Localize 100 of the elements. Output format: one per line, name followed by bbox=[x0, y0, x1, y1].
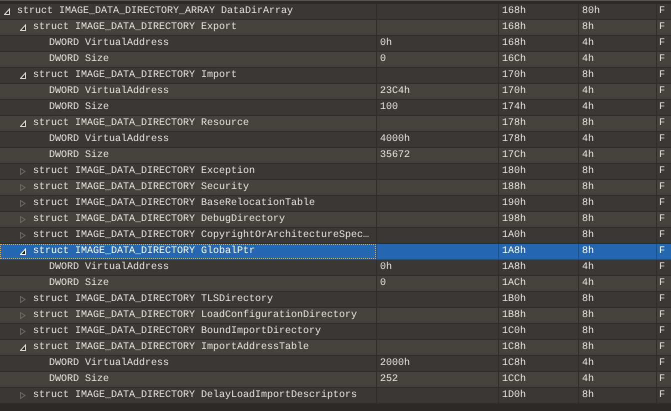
field-name: struct IMAGE_DATA_DIRECTORY Resource bbox=[33, 117, 250, 131]
field-start: 1C0h bbox=[502, 326, 526, 337]
expanded-triangle-icon[interactable] bbox=[4, 8, 10, 15]
field-start: 1A8h bbox=[502, 262, 526, 273]
field-size: 8h bbox=[582, 198, 594, 209]
tree-row[interactable]: DWORD Size 100 174h 4h F bbox=[0, 100, 671, 116]
tree-row[interactable]: struct IMAGE_DATA_DIRECTORY DelayLoadImportDescriptors 1D0h 8h F bbox=[0, 388, 671, 404]
tree-row[interactable]: DWORD Size 0 16Ch 4h F bbox=[0, 52, 671, 68]
tree-row[interactable]: struct IMAGE_DATA_DIRECTORY Resource 178h 8h F bbox=[0, 116, 671, 132]
field-color: F bbox=[659, 22, 666, 33]
tree-row[interactable]: struct IMAGE_DATA_DIRECTORY TLSDirectory 1B0h 8h F bbox=[0, 292, 671, 308]
field-name: struct IMAGE_DATA_DIRECTORY DelayLoadImportDescriptors bbox=[33, 388, 358, 403]
field-name: struct IMAGE_DATA_DIRECTORY CopyrightOrArchitectureSpec… bbox=[33, 228, 370, 243]
field-value: 0h bbox=[380, 38, 392, 49]
expanded-triangle-icon[interactable] bbox=[20, 24, 26, 31]
field-name: DWORD Size bbox=[49, 52, 110, 67]
field-start: 16Ch bbox=[502, 54, 526, 65]
field-color: F bbox=[659, 182, 666, 193]
tree-row[interactable]: struct IMAGE_DATA_DIRECTORY_ARRAY DataDirArray 168h 80h F bbox=[0, 4, 671, 20]
field-name: struct IMAGE_DATA_DIRECTORY Export bbox=[33, 21, 238, 35]
field-start: 168h bbox=[502, 38, 526, 49]
field-color: F bbox=[659, 358, 666, 369]
collapsed-triangle-icon[interactable] bbox=[20, 168, 26, 175]
tree-row[interactable]: DWORD Size 252 1CCh 4h F bbox=[0, 372, 671, 388]
field-start: 178h bbox=[502, 118, 526, 129]
collapsed-triangle-icon[interactable] bbox=[20, 232, 26, 239]
tree-row[interactable]: DWORD VirtualAddress 2000h 1C8h 4h F bbox=[0, 356, 671, 372]
field-size: 8h bbox=[582, 326, 594, 337]
tree-row[interactable]: struct IMAGE_DATA_DIRECTORY DebugDirectory 198h 8h F bbox=[0, 212, 671, 228]
tree-row[interactable]: struct IMAGE_DATA_DIRECTORY Exception 180h 8h F bbox=[0, 164, 671, 180]
field-size: 8h bbox=[582, 310, 594, 321]
collapsed-triangle-icon[interactable] bbox=[20, 184, 26, 191]
tree-row[interactable]: struct IMAGE_DATA_DIRECTORY Import 170h 8h F bbox=[0, 68, 671, 84]
field-start: 1ACh bbox=[502, 278, 526, 289]
field-name: struct IMAGE_DATA_DIRECTORY TLSDirectory bbox=[33, 292, 274, 307]
field-start: 170h bbox=[502, 86, 526, 97]
field-size: 4h bbox=[582, 374, 594, 385]
field-size: 8h bbox=[582, 166, 594, 177]
field-name: DWORD Size bbox=[49, 100, 110, 115]
field-name: DWORD VirtualAddress bbox=[49, 356, 170, 371]
collapsed-triangle-icon[interactable] bbox=[20, 200, 26, 207]
field-name: DWORD VirtualAddress bbox=[49, 84, 170, 99]
field-start: 190h bbox=[502, 198, 526, 209]
field-value: 100 bbox=[380, 102, 398, 113]
tree-row[interactable]: struct IMAGE_DATA_DIRECTORY GlobalPtr 1A8h 8h F bbox=[0, 244, 671, 260]
field-size: 8h bbox=[582, 22, 594, 33]
tree-row[interactable]: struct IMAGE_DATA_DIRECTORY Security 188h 8h F bbox=[0, 180, 671, 196]
field-color: F bbox=[659, 118, 666, 129]
field-value: 23C4h bbox=[380, 86, 410, 97]
field-size: 8h bbox=[582, 70, 594, 81]
field-size: 8h bbox=[582, 118, 594, 129]
collapsed-triangle-icon[interactable] bbox=[20, 216, 26, 223]
field-start: 1CCh bbox=[502, 374, 526, 385]
tree-row[interactable]: DWORD VirtualAddress 23C4h 170h 4h F bbox=[0, 84, 671, 100]
tree-row[interactable]: struct IMAGE_DATA_DIRECTORY BaseRelocationTable 190h 8h F bbox=[0, 196, 671, 212]
field-value: 0 bbox=[380, 54, 386, 65]
tree-row[interactable]: DWORD VirtualAddress 0h 168h 4h F bbox=[0, 36, 671, 52]
field-name: DWORD Size bbox=[49, 372, 110, 387]
tree-row[interactable]: struct IMAGE_DATA_DIRECTORY BoundImportDirectory 1C0h 8h F bbox=[0, 324, 671, 340]
tree-row[interactable]: struct IMAGE_DATA_DIRECTORY Export 168h 8h F bbox=[0, 20, 671, 36]
field-name: struct IMAGE_DATA_DIRECTORY ImportAddressTable bbox=[33, 340, 310, 355]
field-size: 4h bbox=[582, 54, 594, 65]
field-name: DWORD Size bbox=[49, 276, 110, 291]
field-name: struct IMAGE_DATA_DIRECTORY Security bbox=[33, 180, 250, 195]
field-start: 1C8h bbox=[502, 358, 526, 369]
tree-row[interactable]: struct IMAGE_DATA_DIRECTORY LoadConfigurationDirectory 1B8h 8h F bbox=[0, 308, 671, 324]
tree-row[interactable]: struct IMAGE_DATA_DIRECTORY CopyrightOrArchitectureSpec… 1A0h 8h F bbox=[0, 228, 671, 244]
expanded-triangle-icon[interactable] bbox=[20, 344, 26, 351]
collapsed-triangle-icon[interactable] bbox=[20, 328, 26, 335]
field-name: struct IMAGE_DATA_DIRECTORY Exception bbox=[33, 164, 256, 179]
field-value: 0h bbox=[380, 262, 392, 273]
tree-row[interactable]: struct IMAGE_DATA_DIRECTORY ImportAddressTable 1C8h 8h F bbox=[0, 340, 671, 356]
expanded-triangle-icon[interactable] bbox=[20, 72, 26, 79]
field-color: F bbox=[659, 150, 666, 161]
collapsed-triangle-icon[interactable] bbox=[20, 312, 26, 319]
field-size: 4h bbox=[582, 86, 594, 97]
field-color: F bbox=[659, 390, 666, 401]
field-start: 1A0h bbox=[502, 230, 526, 241]
field-start: 188h bbox=[502, 182, 526, 193]
tree-row[interactable]: DWORD VirtualAddress 4000h 178h 4h F bbox=[0, 132, 671, 148]
tree-row[interactable]: DWORD Size 35672 17Ch 4h F bbox=[0, 148, 671, 164]
expanded-triangle-icon[interactable] bbox=[20, 120, 26, 127]
tree-row[interactable]: DWORD VirtualAddress 0h 1A8h 4h F bbox=[0, 260, 671, 276]
collapsed-triangle-icon[interactable] bbox=[20, 296, 26, 303]
field-start: 168h bbox=[502, 22, 526, 33]
field-name: DWORD Size bbox=[49, 148, 110, 163]
field-color: F bbox=[659, 166, 666, 177]
field-size: 4h bbox=[582, 150, 594, 161]
field-color: F bbox=[659, 246, 666, 257]
field-name: struct IMAGE_DATA_DIRECTORY GlobalPtr bbox=[33, 244, 256, 259]
field-color: F bbox=[659, 38, 666, 49]
field-name: struct IMAGE_DATA_DIRECTORY Import bbox=[33, 69, 238, 83]
field-value: 4000h bbox=[380, 134, 410, 145]
field-size: 4h bbox=[582, 358, 594, 369]
field-start: 1A8h bbox=[502, 246, 526, 257]
collapsed-triangle-icon[interactable] bbox=[20, 392, 26, 399]
field-start: 174h bbox=[502, 102, 526, 113]
field-color: F bbox=[659, 6, 666, 17]
field-value: 35672 bbox=[380, 150, 410, 161]
tree-row[interactable]: DWORD Size 0 1ACh 4h F bbox=[0, 276, 671, 292]
